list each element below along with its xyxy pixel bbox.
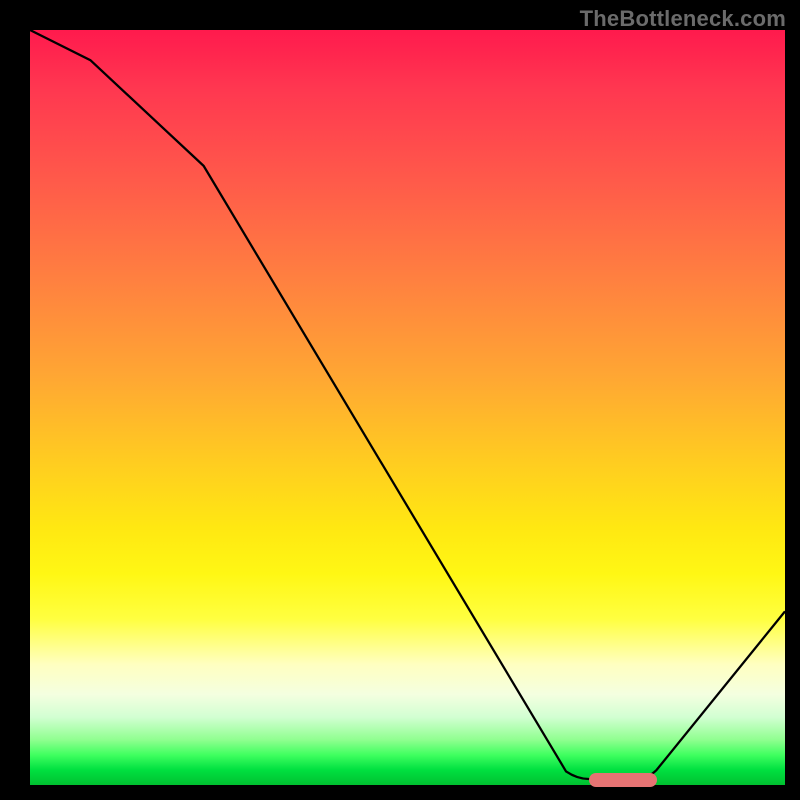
trough-marker bbox=[589, 773, 657, 787]
watermark-text: TheBottleneck.com bbox=[580, 6, 786, 32]
bottleneck-curve bbox=[30, 30, 785, 785]
chart-frame: TheBottleneck.com bbox=[0, 0, 800, 800]
curve-path bbox=[30, 30, 785, 779]
plot-area bbox=[30, 30, 785, 785]
